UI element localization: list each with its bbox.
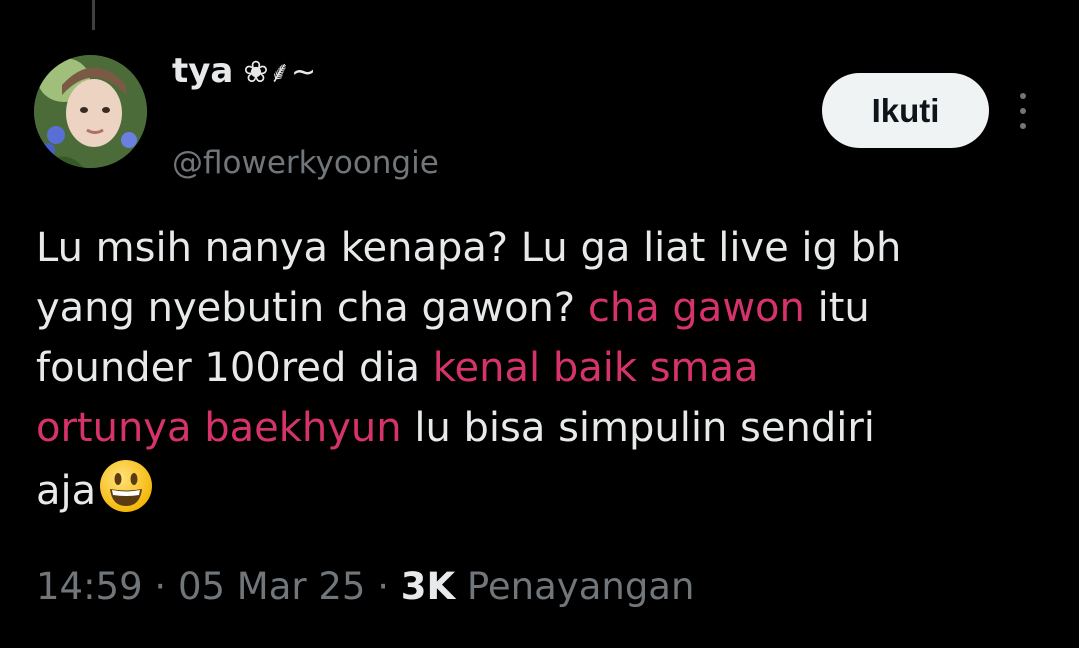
thread-connector-line	[92, 0, 95, 30]
more-dot	[1020, 123, 1026, 129]
tweet-text-segment: lu bisa simpulin sendiri	[401, 405, 875, 451]
name-decoration: ❀⸙~	[243, 55, 317, 90]
user-handle[interactable]: @flowerkyoongie	[172, 145, 439, 181]
tweet-line: yang nyebutin cha gawon? cha gawon itu	[36, 278, 1066, 338]
display-name[interactable]: tya ❀⸙~	[172, 50, 316, 91]
tweet-line: Lu msih nanya kenapa? Lu ga liat live ig…	[36, 218, 1066, 278]
avatar-image	[34, 55, 147, 168]
tweet-text-segment: yang nyebutin cha gawon?	[36, 285, 588, 331]
meta-separator: ·	[154, 565, 167, 608]
tweet-text-segment: aja	[36, 468, 97, 514]
tweet-line: aja	[36, 458, 1066, 518]
tweet-meta: 14:59 · 05 Mar 25 · 3K Penayangan	[36, 565, 694, 608]
highlighted-text: ortunya baekhyun	[36, 405, 402, 451]
grinning-face-emoji	[100, 460, 153, 512]
display-name-text: tya	[172, 50, 234, 91]
more-options-icon[interactable]	[1012, 93, 1034, 129]
tweet-text-segment: itu	[804, 285, 870, 331]
tweet-text-segment: Lu msih nanya kenapa? Lu ga liat live ig…	[36, 225, 902, 271]
tweet-text-segment: founder 100red dia	[36, 345, 433, 391]
tweet-line: ortunya baekhyun lu bisa simpulin sendir…	[36, 398, 1066, 458]
tweet-text: Lu msih nanya kenapa? Lu ga liat live ig…	[36, 218, 1066, 518]
more-dot	[1020, 108, 1026, 114]
highlighted-text: kenal baik smaa	[432, 345, 759, 391]
follow-button[interactable]: Ikuti	[822, 73, 989, 148]
tweet-line: founder 100red dia kenal baik smaa	[36, 338, 1066, 398]
views-count[interactable]: 3K	[401, 565, 455, 608]
views-label: Penayangan	[466, 565, 695, 608]
tweet-date[interactable]: 05 Mar 25	[178, 565, 366, 608]
avatar[interactable]	[34, 55, 147, 168]
meta-separator: ·	[377, 565, 389, 608]
tweet-time[interactable]: 14:59	[36, 565, 143, 608]
more-dot	[1020, 93, 1026, 99]
highlighted-text: cha gawon	[587, 285, 805, 331]
